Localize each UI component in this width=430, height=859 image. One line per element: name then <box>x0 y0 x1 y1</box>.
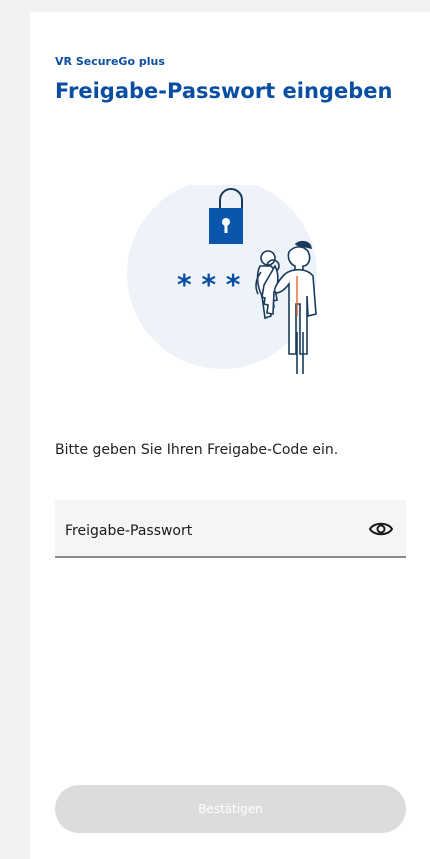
page-title: Freigabe-Passwort eingeben <box>55 79 393 103</box>
app-name: VR SecureGo plus <box>55 55 165 68</box>
password-input[interactable] <box>65 520 355 542</box>
instruction-text: Bitte geben Sie Ihren Freigabe-Code ein. <box>55 442 339 458</box>
password-field[interactable] <box>55 500 406 558</box>
lock-keys-person-illustration: * * * <box>125 182 335 374</box>
password-mask: * * * <box>177 268 241 301</box>
eye-icon[interactable] <box>368 520 394 538</box>
confirm-button[interactable]: Bestätigen <box>55 785 406 833</box>
content-card <box>30 12 430 859</box>
